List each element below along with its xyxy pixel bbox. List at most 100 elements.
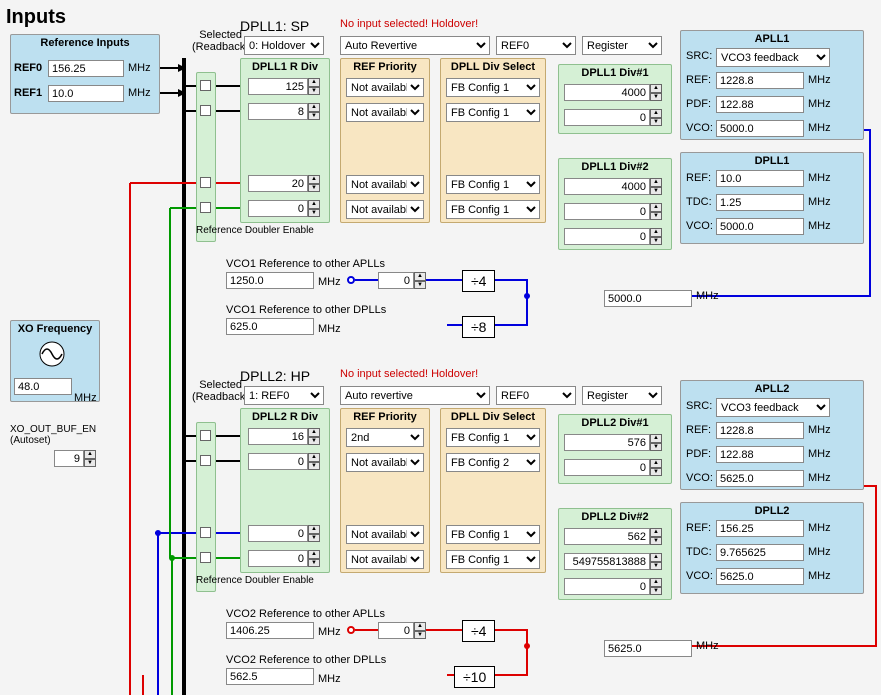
dpll1-r3-spinner[interactable]: ▲▼ <box>308 200 320 217</box>
dpll1r-tdc-input[interactable] <box>716 194 804 211</box>
apll2-pdf-input[interactable] <box>716 446 804 463</box>
dpll2-ds1-select[interactable]: FB Config 2 <box>446 453 540 472</box>
vco1-bus-input[interactable] <box>604 290 692 307</box>
dpll2r-ref-input[interactable] <box>716 520 804 537</box>
dpll2-r3-spinner[interactable]: ▲▼ <box>308 550 320 567</box>
ref0-input[interactable] <box>48 60 124 77</box>
dpll1-d1b-input[interactable] <box>564 109 650 126</box>
dpll1-d2a-input[interactable] <box>564 178 650 195</box>
dpll1-d1b-spinner[interactable]: ▲▼ <box>650 109 662 126</box>
dpll2-r1-input[interactable] <box>248 453 308 470</box>
dpll1-doubler-chk-1[interactable] <box>200 105 211 116</box>
dpll2-d2b-spinner[interactable]: ▲▼ <box>650 553 662 570</box>
vco2-aplls-spin-input[interactable] <box>378 622 414 639</box>
dpll2-revertive-select[interactable]: Auto revertive <box>340 386 490 405</box>
dpll1-d1a-input[interactable] <box>564 84 650 101</box>
apll2-vco-input[interactable] <box>716 470 804 487</box>
dpll1-r1-input[interactable] <box>248 103 308 120</box>
dpll2-doubler-chk-3[interactable] <box>200 552 211 563</box>
dpll2-r3-input[interactable] <box>248 550 308 567</box>
dpll1-r3-input[interactable] <box>248 200 308 217</box>
dpll1-prio3-select[interactable]: Not available <box>346 200 424 219</box>
apll1-src-select[interactable]: VCO3 feedback <box>716 48 830 67</box>
apll1-pdf-label: PDF: <box>686 98 711 110</box>
xo-input[interactable] <box>14 378 72 395</box>
dpll1-ds1-select[interactable]: FB Config 1 <box>446 103 540 122</box>
vco1-aplls-input[interactable] <box>226 272 314 289</box>
apll1-pdf-input[interactable] <box>716 96 804 113</box>
apll1-ref-input[interactable] <box>716 72 804 89</box>
apll1-vco-input[interactable] <box>716 120 804 137</box>
dpll2-d1b-spinner[interactable]: ▲▼ <box>650 459 662 476</box>
dpll1-d2c-input[interactable] <box>564 228 650 245</box>
dpll1-d2c-spinner[interactable]: ▲▼ <box>650 228 662 245</box>
vco2-bus-input[interactable] <box>604 640 692 657</box>
dpll2-ds2-select[interactable]: FB Config 1 <box>446 525 540 544</box>
apll2-ref-label: REF: <box>686 424 711 436</box>
dpll2-doubler-chk-1[interactable] <box>200 455 211 466</box>
dpll1-ds0-select[interactable]: FB Config 1 <box>446 78 540 97</box>
dpll2-doubler-chk-0[interactable] <box>200 430 211 441</box>
dpll2-ds3-select[interactable]: FB Config 1 <box>446 550 540 569</box>
dpll2-doubler-chk-2[interactable] <box>200 527 211 538</box>
vco2-aplls-input[interactable] <box>226 622 314 639</box>
dpll2-d2c-input[interactable] <box>564 578 650 595</box>
dpll2-r2-spinner[interactable]: ▲▼ <box>308 525 320 542</box>
apll2-src-select[interactable]: VCO3 feedback <box>716 398 830 417</box>
dpll1-r2-input[interactable] <box>248 175 308 192</box>
dpll2-d2c-spinner[interactable]: ▲▼ <box>650 578 662 595</box>
dpll2-d2a-spinner[interactable]: ▲▼ <box>650 528 662 545</box>
dpll1-selected-select[interactable]: 0: Holdover <box>244 36 324 55</box>
dpll2-selected-select[interactable]: 1: REF0 <box>244 386 324 405</box>
dpll1-doubler-chk-2[interactable] <box>200 177 211 188</box>
dpll1-prio2-select[interactable]: Not available <box>346 175 424 194</box>
dpll1-r0-spinner[interactable]: ▲▼ <box>308 78 320 95</box>
dpll2-r0-input[interactable] <box>248 428 308 445</box>
dpll1-doubler-chk-3[interactable] <box>200 202 211 213</box>
dpll2-d2b-input[interactable] <box>564 553 650 570</box>
dpll2-r2-input[interactable] <box>248 525 308 542</box>
vco2-aplls-spinner[interactable]: ▲▼ <box>414 622 426 639</box>
dpll2-prio1-select[interactable]: Not available <box>346 453 424 472</box>
dpll2-refsel-select[interactable]: REF0 <box>496 386 576 405</box>
dpll1-d2b-spinner[interactable]: ▲▼ <box>650 203 662 220</box>
dpll2-register-select[interactable]: Register <box>582 386 662 405</box>
xo-buf-input[interactable] <box>54 450 84 467</box>
apll2-ref-input[interactable] <box>716 422 804 439</box>
vco2-dplls-input[interactable] <box>226 668 314 685</box>
dpll1r-ref-input[interactable] <box>716 170 804 187</box>
dpll2r-vco-input[interactable] <box>716 568 804 585</box>
dpll1-prio1-select[interactable]: Not available <box>346 103 424 122</box>
dpll2r-tdc-input[interactable] <box>716 544 804 561</box>
dpll1-d2b-input[interactable] <box>564 203 650 220</box>
vco1-dplls-input[interactable] <box>226 318 314 335</box>
dpll1-d2a-spinner[interactable]: ▲▼ <box>650 178 662 195</box>
dpll1-doubler-chk-0[interactable] <box>200 80 211 91</box>
dpll2-d2a-input[interactable] <box>564 528 650 545</box>
dpll2-r1-spinner[interactable]: ▲▼ <box>308 453 320 470</box>
dpll1-r1-spinner[interactable]: ▲▼ <box>308 103 320 120</box>
ref1-input[interactable] <box>48 85 124 102</box>
vco1-aplls-spin-input[interactable] <box>378 272 414 289</box>
dpll2-d1b-input[interactable] <box>564 459 650 476</box>
vco1-aplls-spinner[interactable]: ▲▼ <box>414 272 426 289</box>
dpll2-r0-spinner[interactable]: ▲▼ <box>308 428 320 445</box>
dpll1-refsel-select[interactable]: REF0 <box>496 36 576 55</box>
dpll1-r0-input[interactable] <box>248 78 308 95</box>
dpll2-prio3-select[interactable]: Not available <box>346 550 424 569</box>
dpll1-prio0-select[interactable]: Not available <box>346 78 424 97</box>
dpll1-ds3-select[interactable]: FB Config 1 <box>446 200 540 219</box>
dpll2-prio0-select[interactable]: 2nd <box>346 428 424 447</box>
dpll2-prio2-select[interactable]: Not available <box>346 525 424 544</box>
vco2-bus-unit: MHz <box>696 640 719 652</box>
dpll2-d1a-input[interactable] <box>564 434 650 451</box>
xo-buf-spinner[interactable]: ▲▼ <box>84 450 96 467</box>
dpll1r-vco-input[interactable] <box>716 218 804 235</box>
dpll1-d1a-spinner[interactable]: ▲▼ <box>650 84 662 101</box>
dpll2-ds0-select[interactable]: FB Config 1 <box>446 428 540 447</box>
dpll1-ds2-select[interactable]: FB Config 1 <box>446 175 540 194</box>
dpll2-d1a-spinner[interactable]: ▲▼ <box>650 434 662 451</box>
dpll1-revertive-select[interactable]: Auto Revertive <box>340 36 490 55</box>
dpll1-r2-spinner[interactable]: ▲▼ <box>308 175 320 192</box>
dpll1-register-select[interactable]: Register <box>582 36 662 55</box>
